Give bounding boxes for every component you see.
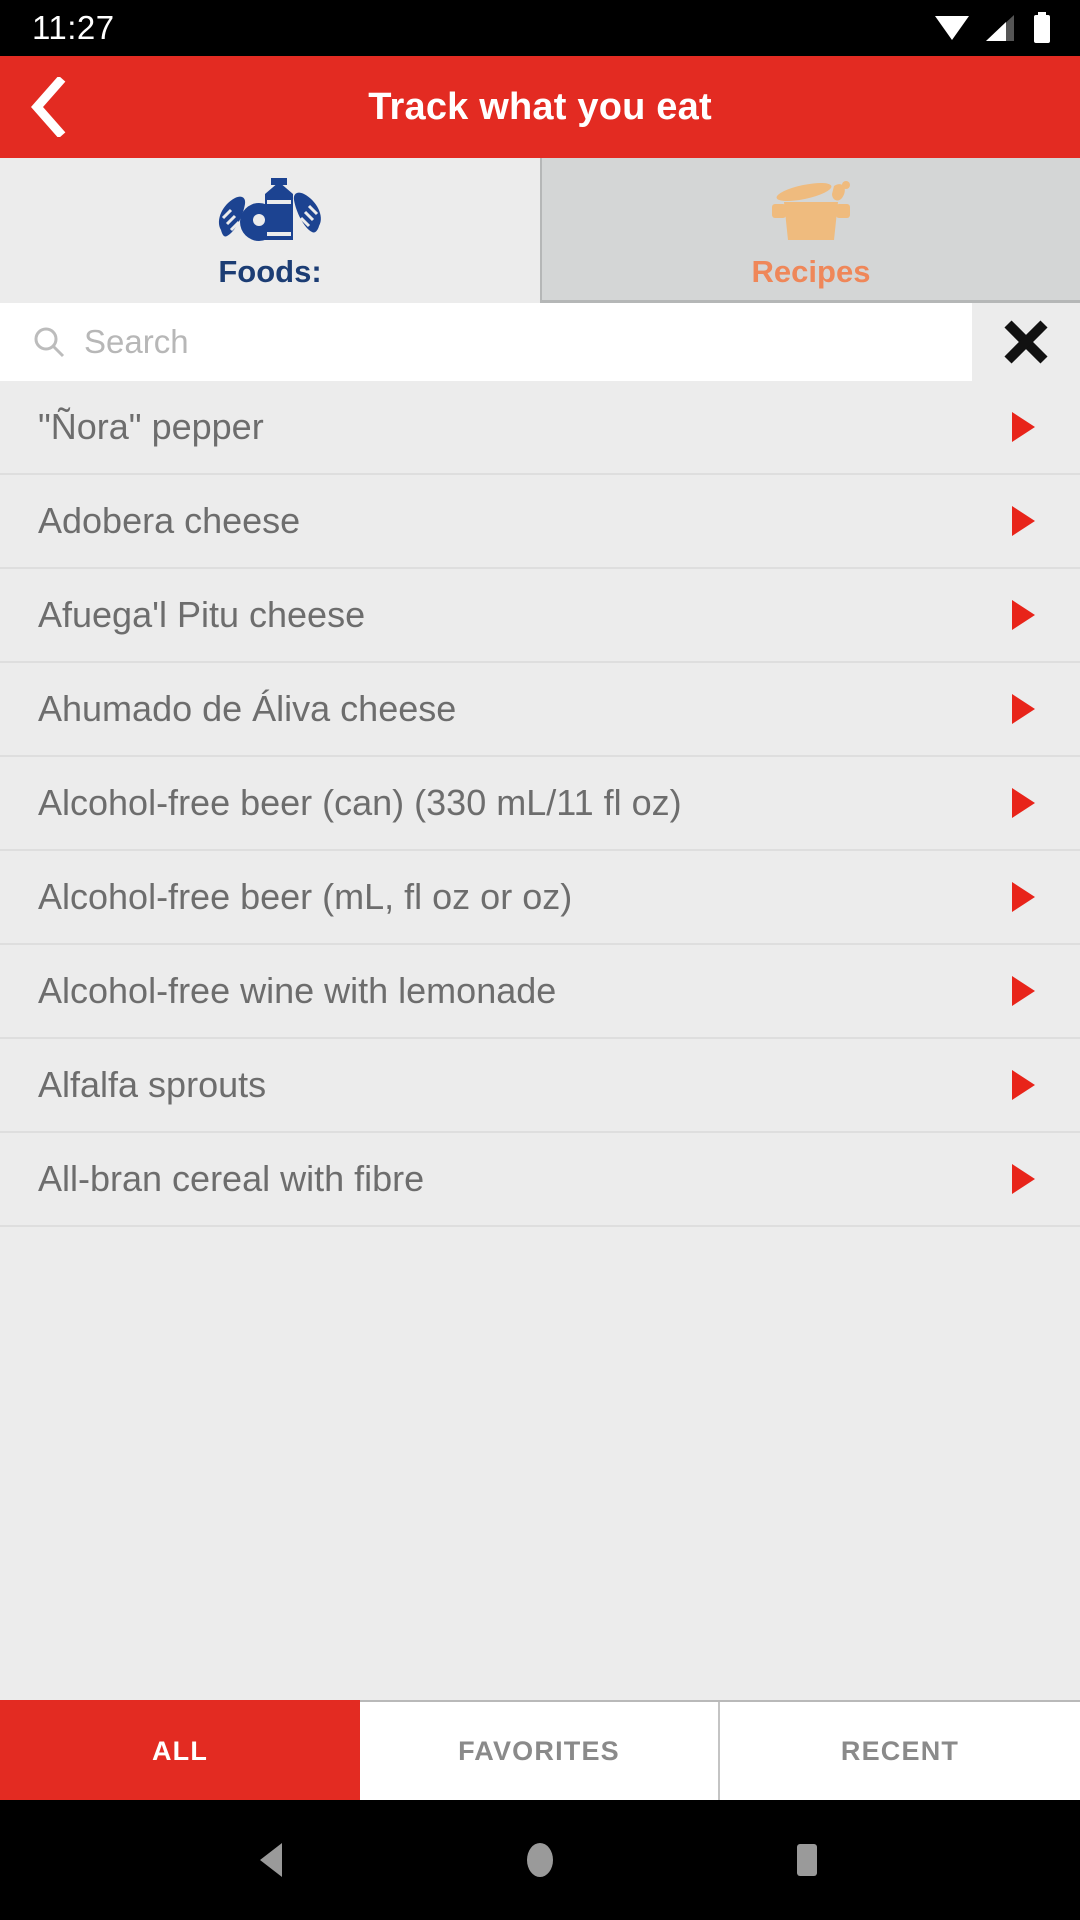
search-icon <box>34 327 65 358</box>
nav-recents-button[interactable] <box>747 1800 867 1920</box>
signal-icon <box>986 15 1014 41</box>
bottom-tab-bar: ALL FAVORITES RECENT <box>0 1700 1080 1800</box>
bottom-tab-label: ALL <box>151 1735 209 1766</box>
list-item[interactable]: Afuega'l Pitu cheese <box>0 569 1080 663</box>
list-item-label: Ahumado de Áliva cheese <box>38 688 457 729</box>
back-chevron-icon <box>31 77 66 137</box>
bottom-tab-favorites[interactable]: FAVORITES <box>360 1702 720 1800</box>
app-screen: 11:27 Track what you eat Foods: Recipes … <box>0 0 1080 1920</box>
list-item[interactable]: Alfalfa sprouts <box>0 1039 1080 1133</box>
list-item[interactable]: Alcohol-free beer (mL, fl oz or oz) <box>0 851 1080 945</box>
nav-back-button[interactable] <box>213 1800 333 1920</box>
list-item[interactable]: Ahumado de Áliva cheese <box>0 663 1080 757</box>
wifi-icon <box>935 16 969 40</box>
nav-back-triangle-icon <box>260 1843 283 1877</box>
nav-home-button[interactable] <box>480 1800 600 1920</box>
top-tab-bar: Foods: Recipes <box>0 158 1080 303</box>
list-item-label: Alcohol-free beer (can) (330 mL/11 fl oz… <box>38 782 682 823</box>
tab-foods[interactable]: Foods: <box>0 158 540 303</box>
list-item-label: Alfalfa sprouts <box>38 1064 267 1105</box>
bottom-tab-all[interactable]: ALL <box>0 1700 360 1800</box>
list-item[interactable]: Alcohol-free wine with lemonade <box>0 945 1080 1039</box>
cooking-pot-icon <box>756 176 866 242</box>
play-triangle-icon <box>1012 788 1035 818</box>
android-nav-bar <box>0 1800 1080 1920</box>
nav-recents-square-icon <box>796 1844 817 1876</box>
play-triangle-icon <box>1012 506 1035 536</box>
tab-foods-label: Foods: <box>218 254 322 289</box>
search-input[interactable]: Search <box>84 323 189 361</box>
list-item-label: Afuega'l Pitu cheese <box>38 594 366 635</box>
close-x-icon <box>1004 320 1048 364</box>
play-triangle-icon <box>1012 1070 1035 1100</box>
play-triangle-icon <box>1012 976 1035 1006</box>
milk-and-bread-icon <box>215 176 325 242</box>
play-triangle-icon <box>1012 1164 1035 1194</box>
status-bar: 11:27 <box>0 0 1080 56</box>
list-item[interactable]: All-bran cereal with fibre <box>0 1133 1080 1227</box>
play-triangle-icon <box>1012 882 1035 912</box>
tab-recipes[interactable]: Recipes <box>540 158 1080 303</box>
clear-search-button[interactable] <box>972 303 1080 381</box>
play-triangle-icon <box>1012 600 1035 630</box>
search-field-wrapper[interactable]: Search <box>0 303 972 381</box>
list-item[interactable]: Adobera cheese <box>0 475 1080 569</box>
list-item-label: Alcohol-free beer (mL, fl oz or oz) <box>38 876 573 917</box>
list-empty-space <box>0 1227 1080 1427</box>
list-item-label: Adobera cheese <box>38 500 301 541</box>
play-triangle-icon <box>1012 694 1035 724</box>
back-button[interactable] <box>0 56 96 158</box>
tab-recipes-label: Recipes <box>751 254 871 289</box>
page-title: Track what you eat <box>368 85 712 128</box>
search-bar: Search <box>0 303 1080 381</box>
app-bar: Track what you eat <box>0 56 1080 158</box>
status-icons <box>934 12 1052 44</box>
bottom-tab-label: RECENT <box>840 1735 960 1766</box>
list-item[interactable]: "Ñora" pepper <box>0 381 1080 475</box>
list-item[interactable]: Alcohol-free beer (can) (330 mL/11 fl oz… <box>0 757 1080 851</box>
list-item-label: All-bran cereal with fibre <box>38 1158 425 1199</box>
nav-home-circle-icon <box>526 1843 553 1877</box>
list-item-label: Alcohol-free wine with lemonade <box>38 970 557 1011</box>
status-clock: 11:27 <box>32 9 115 46</box>
battery-icon <box>1034 12 1050 43</box>
play-triangle-icon <box>1012 412 1035 442</box>
food-list[interactable]: "Ñora" pepper Adobera cheese Afuega'l Pitu… <box>0 381 1080 1700</box>
bottom-tab-recent[interactable]: RECENT <box>720 1702 1080 1800</box>
list-item-label: "Ñora" pepper <box>38 406 264 447</box>
bottom-tab-label: FAVORITES <box>458 1735 620 1766</box>
